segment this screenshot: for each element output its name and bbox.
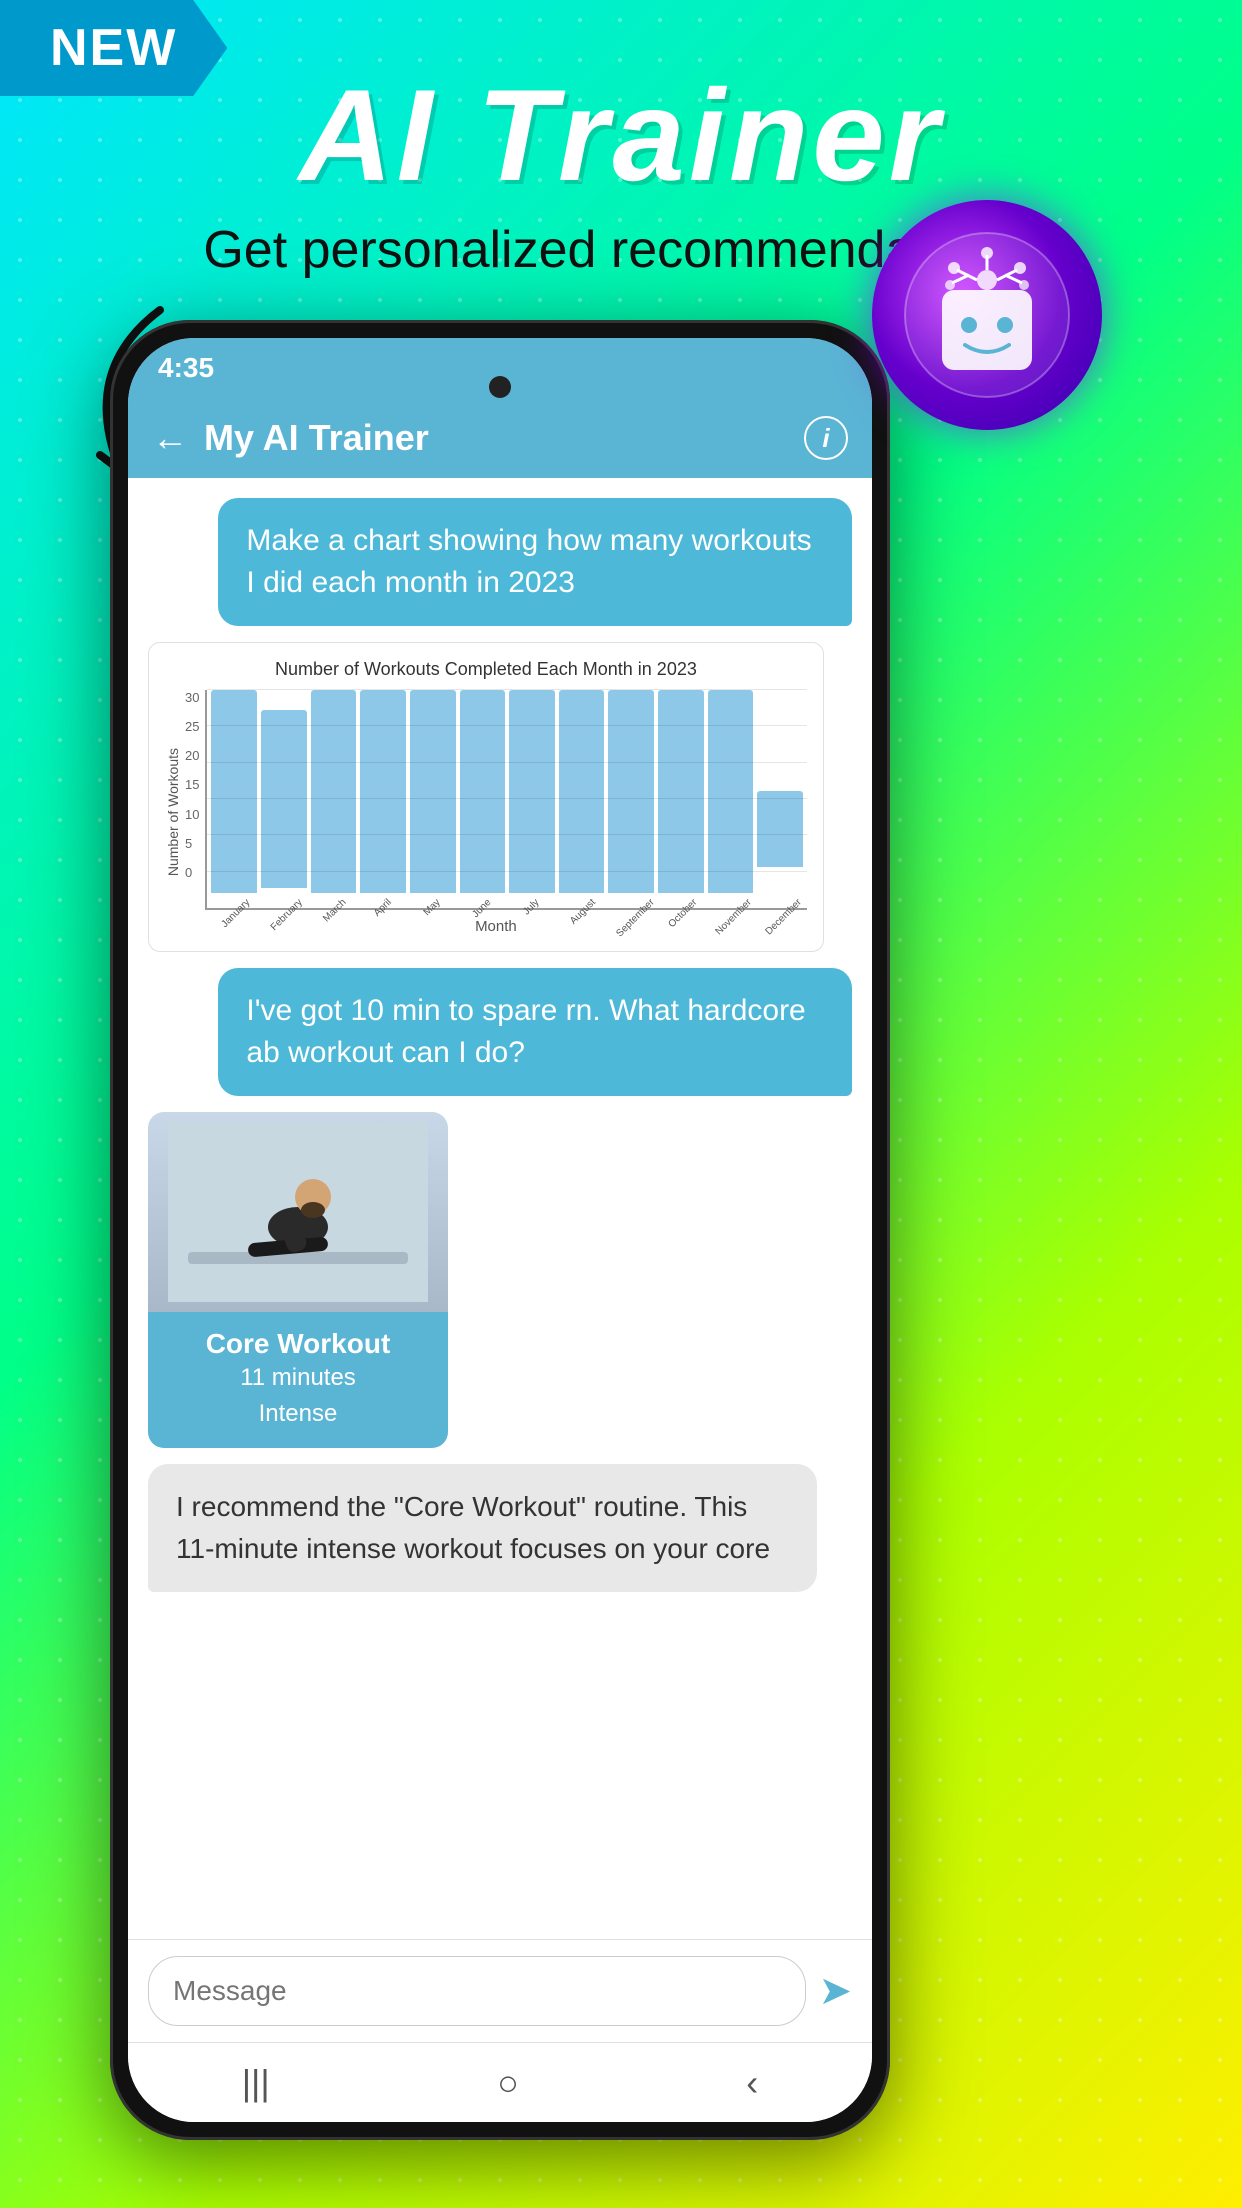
bar-dec: December (757, 690, 803, 908)
phone-frame: 4:35 ← My AI Trainer i Make a chart show… (110, 320, 890, 2140)
bar-oct: October (658, 690, 704, 908)
camera-cutout (489, 376, 511, 398)
ai-message: I recommend the "Core Workout" routine. … (148, 1464, 817, 1592)
back-button[interactable]: ← (152, 417, 188, 459)
chart-title: Number of Workouts Completed Each Month … (165, 659, 807, 680)
nav-recent-apps[interactable]: ||| (242, 2062, 270, 2104)
phone-screen: 4:35 ← My AI Trainer i Make a chart show… (128, 338, 872, 2122)
workout-name: Core Workout (164, 1328, 432, 1360)
ai-avatar (872, 200, 1102, 430)
workout-info: Core Workout 11 minutes Intense (148, 1312, 448, 1448)
bar-may: May (410, 690, 456, 908)
y-label-25: 25 (185, 719, 199, 734)
y-label-5: 5 (185, 836, 199, 851)
bar-jan: January (211, 690, 257, 908)
workout-card[interactable]: Core Workout 11 minutes Intense (148, 1112, 448, 1448)
bar-apr: April (360, 690, 406, 908)
info-button[interactable]: i (804, 416, 848, 460)
workout-chart: Number of Workouts Completed Each Month … (148, 642, 824, 952)
message-input-area: ➤ (128, 1939, 872, 2042)
chat-area[interactable]: Make a chart showing how many workouts I… (128, 478, 872, 1939)
y-axis-label: Number of Workouts (165, 748, 181, 876)
y-label-0: 0 (185, 865, 199, 880)
send-button[interactable]: ➤ (818, 1968, 852, 2014)
phone-nav-bar: ||| ○ ‹ (128, 2042, 872, 2122)
workout-image (148, 1112, 448, 1312)
status-time: 4:35 (158, 352, 214, 384)
user-message-2: I've got 10 min to spare rn. What hardco… (218, 968, 852, 1096)
main-title: AI Trainer (0, 60, 1242, 210)
bar-aug: August (559, 690, 605, 908)
user-message-1: Make a chart showing how many workouts I… (218, 498, 852, 626)
workout-intensity: Intense (164, 1396, 432, 1432)
status-bar: 4:35 (128, 338, 872, 398)
app-header: ← My AI Trainer i (128, 398, 872, 478)
nav-back[interactable]: ‹ (746, 2062, 758, 2104)
nav-home[interactable]: ○ (497, 2062, 519, 2104)
bar-sep: September (608, 690, 654, 908)
app-title: My AI Trainer (204, 417, 804, 459)
bar-jul: July (509, 690, 555, 908)
y-label-10: 10 (185, 807, 199, 822)
y-label-30: 30 (185, 690, 199, 705)
bar-jun: June (460, 690, 506, 908)
bar-mar: March (311, 690, 357, 908)
message-input[interactable] (148, 1956, 806, 2026)
bar-nov: November (708, 690, 754, 908)
workout-duration: 11 minutes (164, 1360, 432, 1396)
y-label-20: 20 (185, 748, 199, 763)
y-label-15: 15 (185, 777, 199, 792)
bar-feb: February (261, 690, 307, 908)
